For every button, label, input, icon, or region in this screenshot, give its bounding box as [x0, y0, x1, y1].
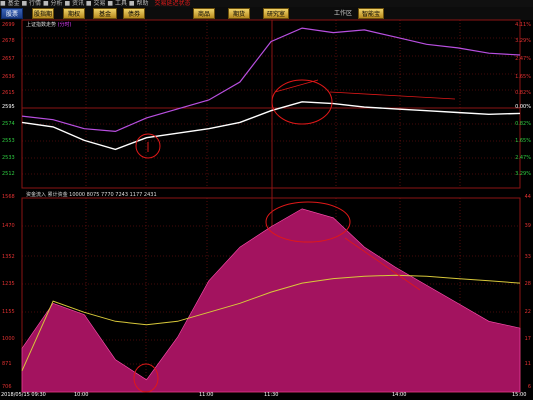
time-tick: 11:00 — [199, 392, 214, 398]
upper-right-tick: 3.29% — [515, 38, 531, 44]
lower-left-tick: 1000 — [2, 336, 15, 342]
upper-left-tick: 2595 — [2, 104, 15, 110]
time-tick: 11:30 — [264, 392, 279, 398]
upper-left-tick: 2615 — [2, 90, 15, 96]
lower-left-tick: 1352 — [2, 254, 15, 260]
lower-left-tick: 871 — [2, 361, 12, 367]
upper-right-tick: 1.65% — [515, 138, 531, 144]
time-tick: 15:00 — [512, 392, 527, 398]
price-line — [21, 101, 521, 151]
fund-flow-fill — [21, 208, 521, 393]
lower-right-tick: 11 — [524, 361, 531, 367]
upper-panel-label: 上证指数走势 (分时) — [26, 21, 72, 28]
time-tick: 10:00 — [74, 392, 89, 398]
lower-right-tick: 22 — [524, 309, 531, 315]
upper-panel-subtitle: (分时) — [57, 22, 72, 28]
upper-left-tick: 2636 — [2, 74, 15, 80]
lower-right-tick: 28 — [524, 281, 531, 287]
upper-left-tick: 2574 — [2, 121, 15, 127]
upper-right-tick: 0.82% — [515, 90, 531, 96]
lower-right-tick: 6 — [527, 384, 531, 390]
lower-right-tick: 44 — [524, 194, 531, 200]
upper-right-tick: 1.65% — [515, 74, 531, 80]
index-line — [21, 27, 521, 133]
lower-left-tick: 1235 — [2, 281, 15, 287]
chart-canvas — [21, 19, 521, 393]
upper-right-tick: 2.47% — [515, 56, 531, 62]
time-tick: 14:00 — [392, 392, 407, 398]
fund-flow-area — [21, 208, 521, 393]
lower-right-tick: 17 — [524, 336, 531, 342]
upper-right-tick: 3.29% — [515, 171, 531, 177]
lower-panel-label: 资金流入 累计资金 10000 8075 7770 7243 1177 2431 — [26, 192, 157, 198]
upper-left-tick: 2657 — [2, 56, 15, 62]
upper-panel-frame — [21, 19, 521, 189]
upper-left-tick: 2533 — [2, 155, 15, 161]
time-tick: 2018/05/15 09:30 — [1, 392, 46, 398]
lower-left-tick: 706 — [2, 384, 12, 390]
lower-left-tick: 1155 — [2, 309, 15, 315]
upper-left-tick: 2699 — [2, 22, 15, 28]
upper-panel-title: 上证指数走势 — [26, 22, 57, 28]
upper-right-tick: 0.00% — [515, 104, 531, 110]
annotation-arrow — [329, 91, 456, 100]
upper-right-tick: 4.11% — [515, 22, 531, 28]
upper-right-tick: 0.82% — [515, 121, 531, 127]
lower-right-tick: 33 — [524, 254, 531, 260]
upper-left-tick: 2553 — [2, 138, 15, 144]
lower-left-tick: 1568 — [2, 194, 15, 200]
lower-left-tick: 1470 — [2, 223, 15, 229]
upper-left-tick: 2678 — [2, 38, 15, 44]
upper-left-tick: 2512 — [2, 171, 15, 177]
upper-right-tick: 2.47% — [515, 155, 531, 161]
lower-right-tick: 39 — [524, 223, 531, 229]
